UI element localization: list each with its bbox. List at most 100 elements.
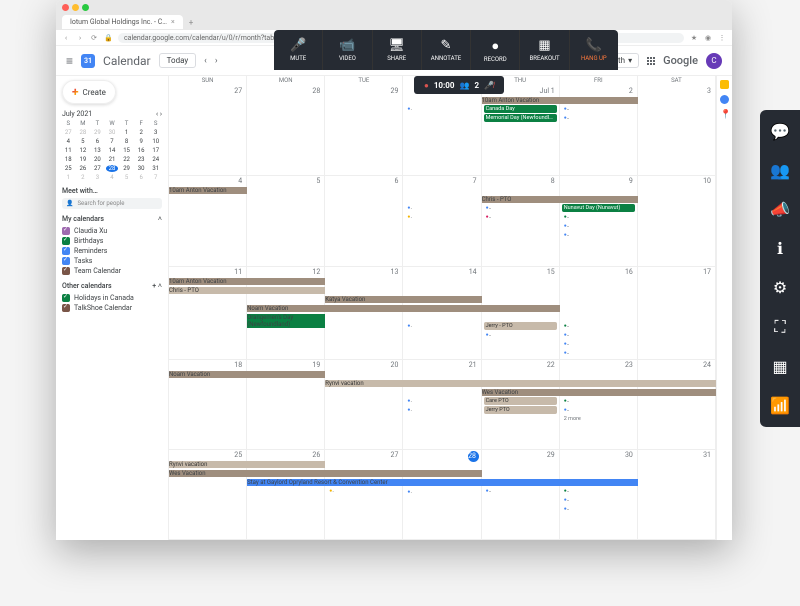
event[interactable]: 11:30am Weekly Company — [562, 340, 569, 348]
event[interactable]: 2 more — [562, 415, 635, 423]
day-cell[interactable]: 17 — [638, 267, 716, 360]
forward-icon[interactable]: › — [76, 34, 84, 42]
mini-cal-day[interactable]: 1 — [62, 174, 75, 181]
day-cell[interactable]: 711:30am FC site weekly sync3pm Leon - D… — [403, 176, 481, 266]
multi-day-event[interactable]: Rynvi vacation — [325, 380, 716, 387]
day-cell[interactable]: 291pm FC site weekly sync — [482, 450, 560, 540]
day-cell[interactable]: 13 — [325, 267, 403, 360]
event[interactable]: 11:30am Weekly Company — [562, 349, 569, 357]
day-cell[interactable]: 2711am Dee - Doc's Appt — [325, 450, 403, 540]
day-cell[interactable]: 810am Hard Tag Change FCI3:30pm Weekly M… — [482, 176, 560, 266]
maps-icon[interactable]: 📍 — [720, 110, 729, 119]
close-icon[interactable] — [62, 4, 69, 11]
mini-cal-day[interactable]: 30 — [106, 129, 119, 136]
today-button[interactable]: Today — [159, 53, 197, 68]
event[interactable]: Canada Day — [484, 105, 557, 113]
multi-day-event[interactable]: 10am Anton Vacation — [482, 97, 638, 104]
mini-cal-day[interactable]: 5 — [120, 174, 133, 181]
toolbar-mute[interactable]: 🎤MUTE — [274, 30, 323, 70]
mini-cal-day[interactable]: 6 — [91, 138, 104, 145]
toolbar-breakout[interactable]: ▦BREAKOUT — [520, 30, 569, 70]
multi-day-event[interactable]: Katya Vacation — [325, 296, 481, 303]
mini-cal-day[interactable]: 19 — [77, 156, 90, 163]
settings-icon[interactable]: ⚙ — [773, 278, 787, 297]
event[interactable]: 4pm Review FCI mock ups — [405, 488, 412, 496]
mini-cal-day[interactable]: 28 — [106, 165, 119, 172]
multi-day-event[interactable]: Noam Vacation — [247, 305, 560, 312]
day-cell[interactable]: 168:30am Anton in Office10am TalkShoe So… — [560, 267, 638, 360]
mini-cal-day[interactable]: 27 — [91, 165, 104, 172]
multi-day-event[interactable]: Orangemen's Day (Newfoundland) — [247, 314, 325, 328]
event[interactable]: 10am TalkShoe Social Stra — [562, 331, 569, 339]
mini-cal-day[interactable]: 2 — [135, 129, 148, 136]
day-cell[interactable]: 5 — [247, 176, 325, 266]
day-cell[interactable]: 308:30am Anton in Office11:30am Weekly C… — [560, 450, 638, 540]
multi-day-event[interactable]: Chris - PTO — [482, 196, 638, 203]
event[interactable]: 11:30am FC site weekly sync — [405, 204, 412, 212]
mini-cal-day[interactable]: 7 — [106, 138, 119, 145]
mini-cal-day[interactable]: 27 — [62, 129, 75, 136]
mini-cal-day[interactable]: 30 — [135, 165, 148, 172]
multi-day-event[interactable]: Noam Vacation — [169, 371, 325, 378]
calendar-toggle[interactable]: Tasks — [62, 256, 162, 266]
event[interactable]: 11:30am FC site weekly sync — [484, 331, 491, 339]
mini-cal-day[interactable]: 22 — [120, 156, 133, 163]
mini-cal-day[interactable]: 5 — [77, 138, 90, 145]
toolbar-video[interactable]: 📹VIDEO — [323, 30, 372, 70]
day-cell[interactable]: 22Care PTOJerry PTO — [482, 360, 560, 450]
profile-icon[interactable]: ◉ — [704, 34, 712, 42]
event[interactable]: 11am Dee - Doc's Appt — [327, 487, 334, 495]
event[interactable]: Memorial Day (Newfoundland) — [484, 114, 557, 122]
wifi-icon[interactable]: 📶 — [770, 396, 790, 415]
event[interactable]: 11:30am Weekly Company — [562, 105, 569, 113]
event[interactable]: 8:30am Anton in Office — [562, 397, 569, 405]
event[interactable]: 11:30am Weekly Company — [562, 114, 569, 122]
mini-cal-day[interactable]: 29 — [120, 165, 133, 172]
mini-cal-day[interactable]: 2 — [77, 174, 90, 181]
megaphone-icon[interactable]: 📣 — [770, 200, 790, 219]
day-cell[interactable]: 29 — [325, 86, 403, 176]
apps-grid-icon[interactable] — [647, 57, 655, 65]
menu-icon[interactable]: ⋮ — [718, 34, 726, 42]
mini-cal-day[interactable]: 25 — [62, 165, 75, 172]
calendar-toggle[interactable]: TalkShoe Calendar — [62, 303, 162, 313]
mini-cal-day[interactable]: 16 — [135, 147, 148, 154]
day-cell[interactable]: 20 — [325, 360, 403, 450]
multi-day-event[interactable]: 10am Anton Vacation — [169, 187, 247, 194]
mini-cal-day[interactable]: 7 — [149, 174, 162, 181]
keep-icon[interactable] — [720, 80, 729, 89]
chat-icon[interactable]: 💬 — [770, 122, 790, 141]
day-cell[interactable]: 2810:30am Claudia/Anton/Ju4pm Review FCI… — [403, 450, 481, 540]
multi-day-event[interactable]: Chris - PTO — [169, 287, 325, 294]
mini-cal-day[interactable]: 18 — [62, 156, 75, 163]
mini-cal-day[interactable]: 14 — [106, 147, 119, 154]
add-calendar-icon[interactable]: + ˄ — [152, 282, 162, 290]
mini-cal-day[interactable]: 26 — [77, 165, 90, 172]
mini-cal-day[interactable]: 28 — [77, 129, 90, 136]
day-cell[interactable]: 1411am Claudia/Anton/Julia/ — [403, 267, 481, 360]
mini-cal-day[interactable]: 8 — [120, 138, 133, 145]
mini-cal-day[interactable]: 1 — [120, 129, 133, 136]
event[interactable]: 8:30am Anton in Office — [562, 213, 569, 221]
event[interactable]: 3pm Leon - Dental appt. — [405, 213, 412, 221]
mini-cal-day[interactable]: 23 — [135, 156, 148, 163]
layout-icon[interactable]: ▦ — [772, 357, 787, 376]
multi-day-event[interactable]: Wes Vacation — [482, 389, 716, 396]
mini-cal-day[interactable]: 3 — [149, 129, 162, 136]
mini-cal-nav[interactable]: ‹ › — [156, 110, 162, 118]
close-tab-icon[interactable]: × — [171, 18, 175, 26]
mini-cal-day[interactable]: 12 — [77, 147, 90, 154]
participants-icon[interactable]: 👥 — [770, 161, 790, 180]
day-cell[interactable]: 3 — [638, 86, 716, 176]
prev-month-icon[interactable]: ‹ — [204, 56, 207, 66]
calendar-toggle[interactable]: Reminders — [62, 246, 162, 256]
event[interactable]: 3pm sea — [405, 105, 412, 113]
multi-day-event[interactable]: Wes Vacation — [169, 470, 482, 477]
day-cell[interactable]: 10 — [638, 176, 716, 266]
event[interactable]: 11:30am Weekly Company — [562, 505, 569, 513]
hamburger-icon[interactable]: ≡ — [66, 54, 73, 68]
mini-cal-day[interactable]: 29 — [91, 129, 104, 136]
reload-icon[interactable]: ⟳ — [90, 34, 98, 42]
event[interactable]: 8:30am Anton in Office — [562, 322, 569, 330]
next-month-icon[interactable]: › — [215, 56, 218, 66]
